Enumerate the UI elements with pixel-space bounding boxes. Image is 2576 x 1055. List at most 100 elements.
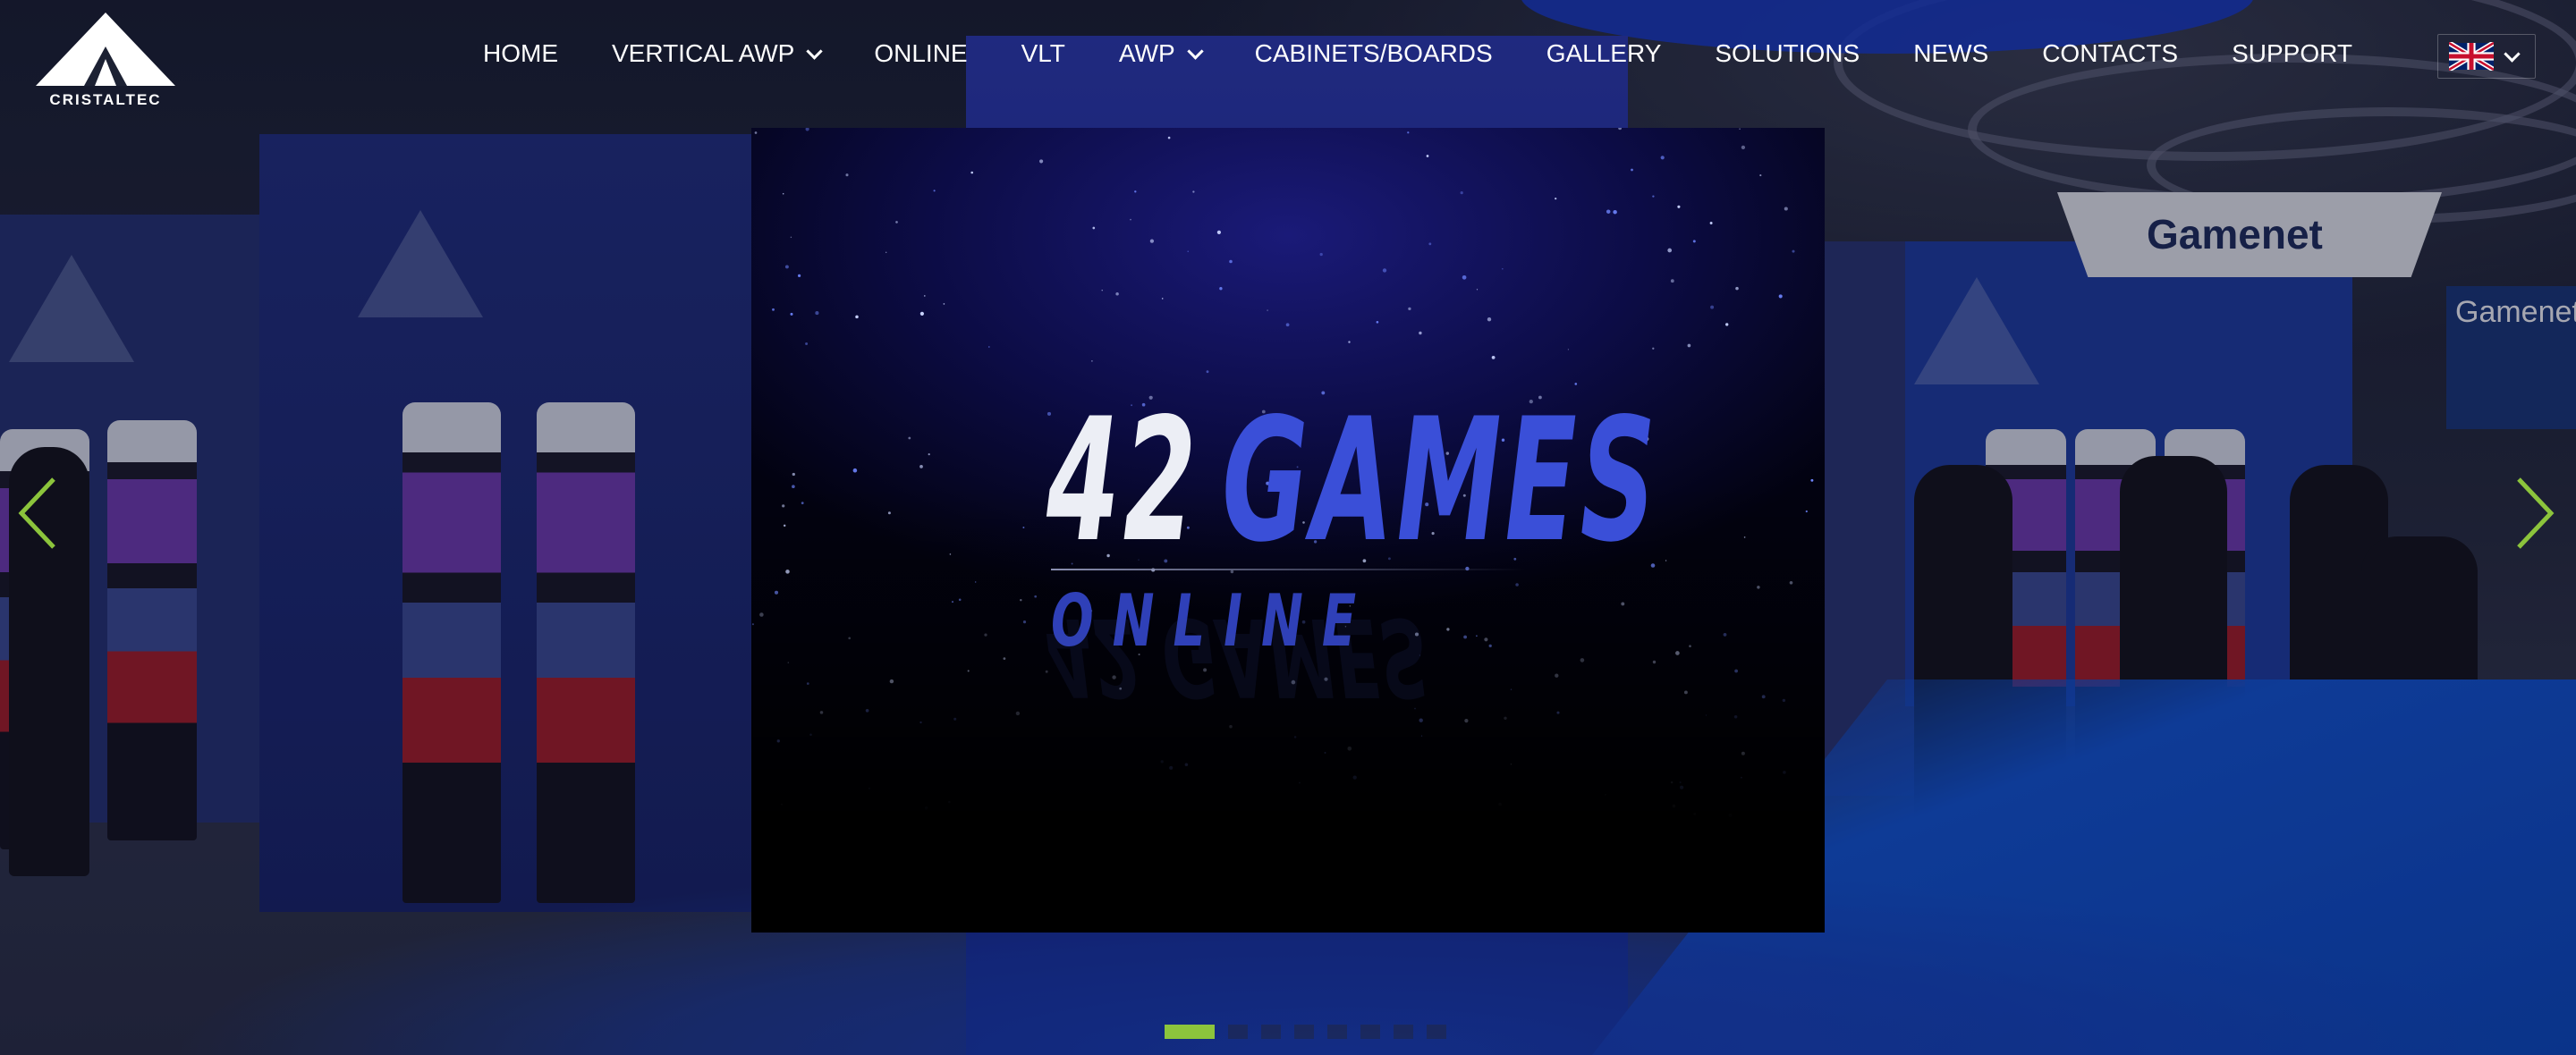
nav-item-label: CABINETS/BOARDS [1254, 39, 1493, 67]
star [1161, 298, 1164, 300]
slider-next-button[interactable] [2515, 477, 2555, 549]
chevron-right-icon [2517, 477, 2555, 549]
star [908, 436, 911, 440]
nav-item-label: AWP [1118, 39, 1175, 67]
promo-video[interactable]: 42 GAMES ONLINE 42 GAMES [751, 128, 1825, 933]
video-title-word: GAMES [1222, 382, 1660, 579]
star [923, 295, 926, 297]
slider-prev-button[interactable] [18, 477, 57, 549]
main-navigation: HOME VERTICAL AWP ONLINE VLT AWP CABINET… [483, 0, 2406, 107]
star [790, 312, 793, 316]
star [1710, 305, 1715, 309]
slider-dot-3[interactable] [1261, 1025, 1281, 1039]
star [845, 173, 849, 177]
star [1219, 287, 1223, 291]
slider-dot-8[interactable] [1427, 1025, 1446, 1039]
star [1408, 307, 1411, 311]
nav-item-label: HOME [483, 39, 558, 67]
star [1206, 370, 1209, 374]
star [1216, 230, 1221, 234]
nav-item-label: NEWS [1913, 39, 1989, 67]
star [1618, 128, 1623, 131]
star [1501, 267, 1504, 270]
nav-item-cabinets-boards[interactable]: CABINETS/BOARDS [1255, 39, 1493, 68]
slider-dot-1[interactable] [1165, 1025, 1215, 1039]
star [1407, 131, 1410, 134]
star [1735, 286, 1739, 291]
video-title-reflection: 42 GAMES [1046, 594, 1428, 718]
nav-item-online[interactable]: ONLINE [874, 39, 967, 68]
star [1091, 360, 1093, 362]
star [1660, 156, 1665, 160]
slider-dot-4[interactable] [1294, 1025, 1314, 1039]
star [1092, 226, 1096, 230]
star [815, 311, 819, 316]
star [1739, 128, 1741, 131]
nav-item-news[interactable]: NEWS [1913, 39, 1988, 68]
nav-item-awp[interactable]: AWP [1118, 39, 1204, 68]
slider-dot-5[interactable] [1327, 1025, 1347, 1039]
slider-dot-2[interactable] [1228, 1025, 1248, 1039]
star [1778, 294, 1783, 299]
star [1652, 347, 1655, 350]
star [782, 192, 784, 195]
star [1149, 239, 1155, 243]
star [1376, 320, 1379, 324]
star [928, 452, 930, 456]
title-divider [1051, 569, 1525, 570]
star [919, 465, 923, 468]
star [1319, 252, 1323, 257]
nav-item-home[interactable]: HOME [483, 39, 558, 68]
chevron-left-icon [18, 477, 55, 549]
star [1487, 317, 1492, 322]
star [1631, 168, 1633, 172]
star [1677, 205, 1681, 208]
star [772, 308, 775, 311]
reflection-word: GAMES [1162, 594, 1428, 718]
star [1462, 274, 1467, 280]
uk-flag-icon [2449, 42, 2494, 71]
star [784, 265, 789, 269]
chevron-down-icon [2504, 45, 2521, 63]
nav-item-solutions[interactable]: SOLUTIONS [1715, 39, 1860, 68]
star [1810, 478, 1814, 482]
nav-item-gallery[interactable]: GALLERY [1546, 39, 1662, 68]
nav-item-vertical-awp[interactable]: VERTICAL AWP [612, 39, 824, 68]
star [805, 128, 809, 131]
logo-triangle-icon [36, 13, 175, 86]
nav-item-vlt[interactable]: VLT [1021, 39, 1065, 68]
chevron-down-icon [1186, 42, 1204, 60]
star [1792, 249, 1795, 253]
star [1613, 209, 1617, 215]
chevron-down-icon [806, 42, 824, 60]
star [1130, 218, 1131, 221]
star [1759, 174, 1762, 177]
star [1476, 289, 1479, 291]
star [1709, 222, 1713, 224]
nav-item-label: SUPPORT [2232, 39, 2352, 67]
slider-dot-6[interactable] [1360, 1025, 1380, 1039]
star [1101, 290, 1103, 291]
slider-pagination [1165, 1025, 1460, 1039]
video-title-number: 42 [1046, 382, 1200, 579]
nav-item-support[interactable]: SUPPORT [2232, 39, 2352, 68]
star [1491, 356, 1496, 359]
star [1134, 190, 1137, 193]
nav-item-label: VLT [1021, 39, 1065, 67]
star [1460, 190, 1463, 195]
star [1426, 155, 1429, 157]
star [1687, 343, 1691, 348]
slider-dot-7[interactable] [1394, 1025, 1413, 1039]
star [1741, 145, 1746, 150]
brand-logo[interactable]: CRISTALTEC [34, 11, 177, 109]
star [970, 171, 974, 174]
star [790, 236, 792, 239]
star [852, 468, 858, 473]
language-selector[interactable] [2437, 34, 2536, 79]
star [754, 131, 758, 134]
star [1725, 323, 1729, 326]
star [1670, 279, 1674, 283]
star [797, 274, 801, 278]
nav-item-contacts[interactable]: CONTACTS [2042, 39, 2178, 68]
star [1428, 242, 1432, 246]
